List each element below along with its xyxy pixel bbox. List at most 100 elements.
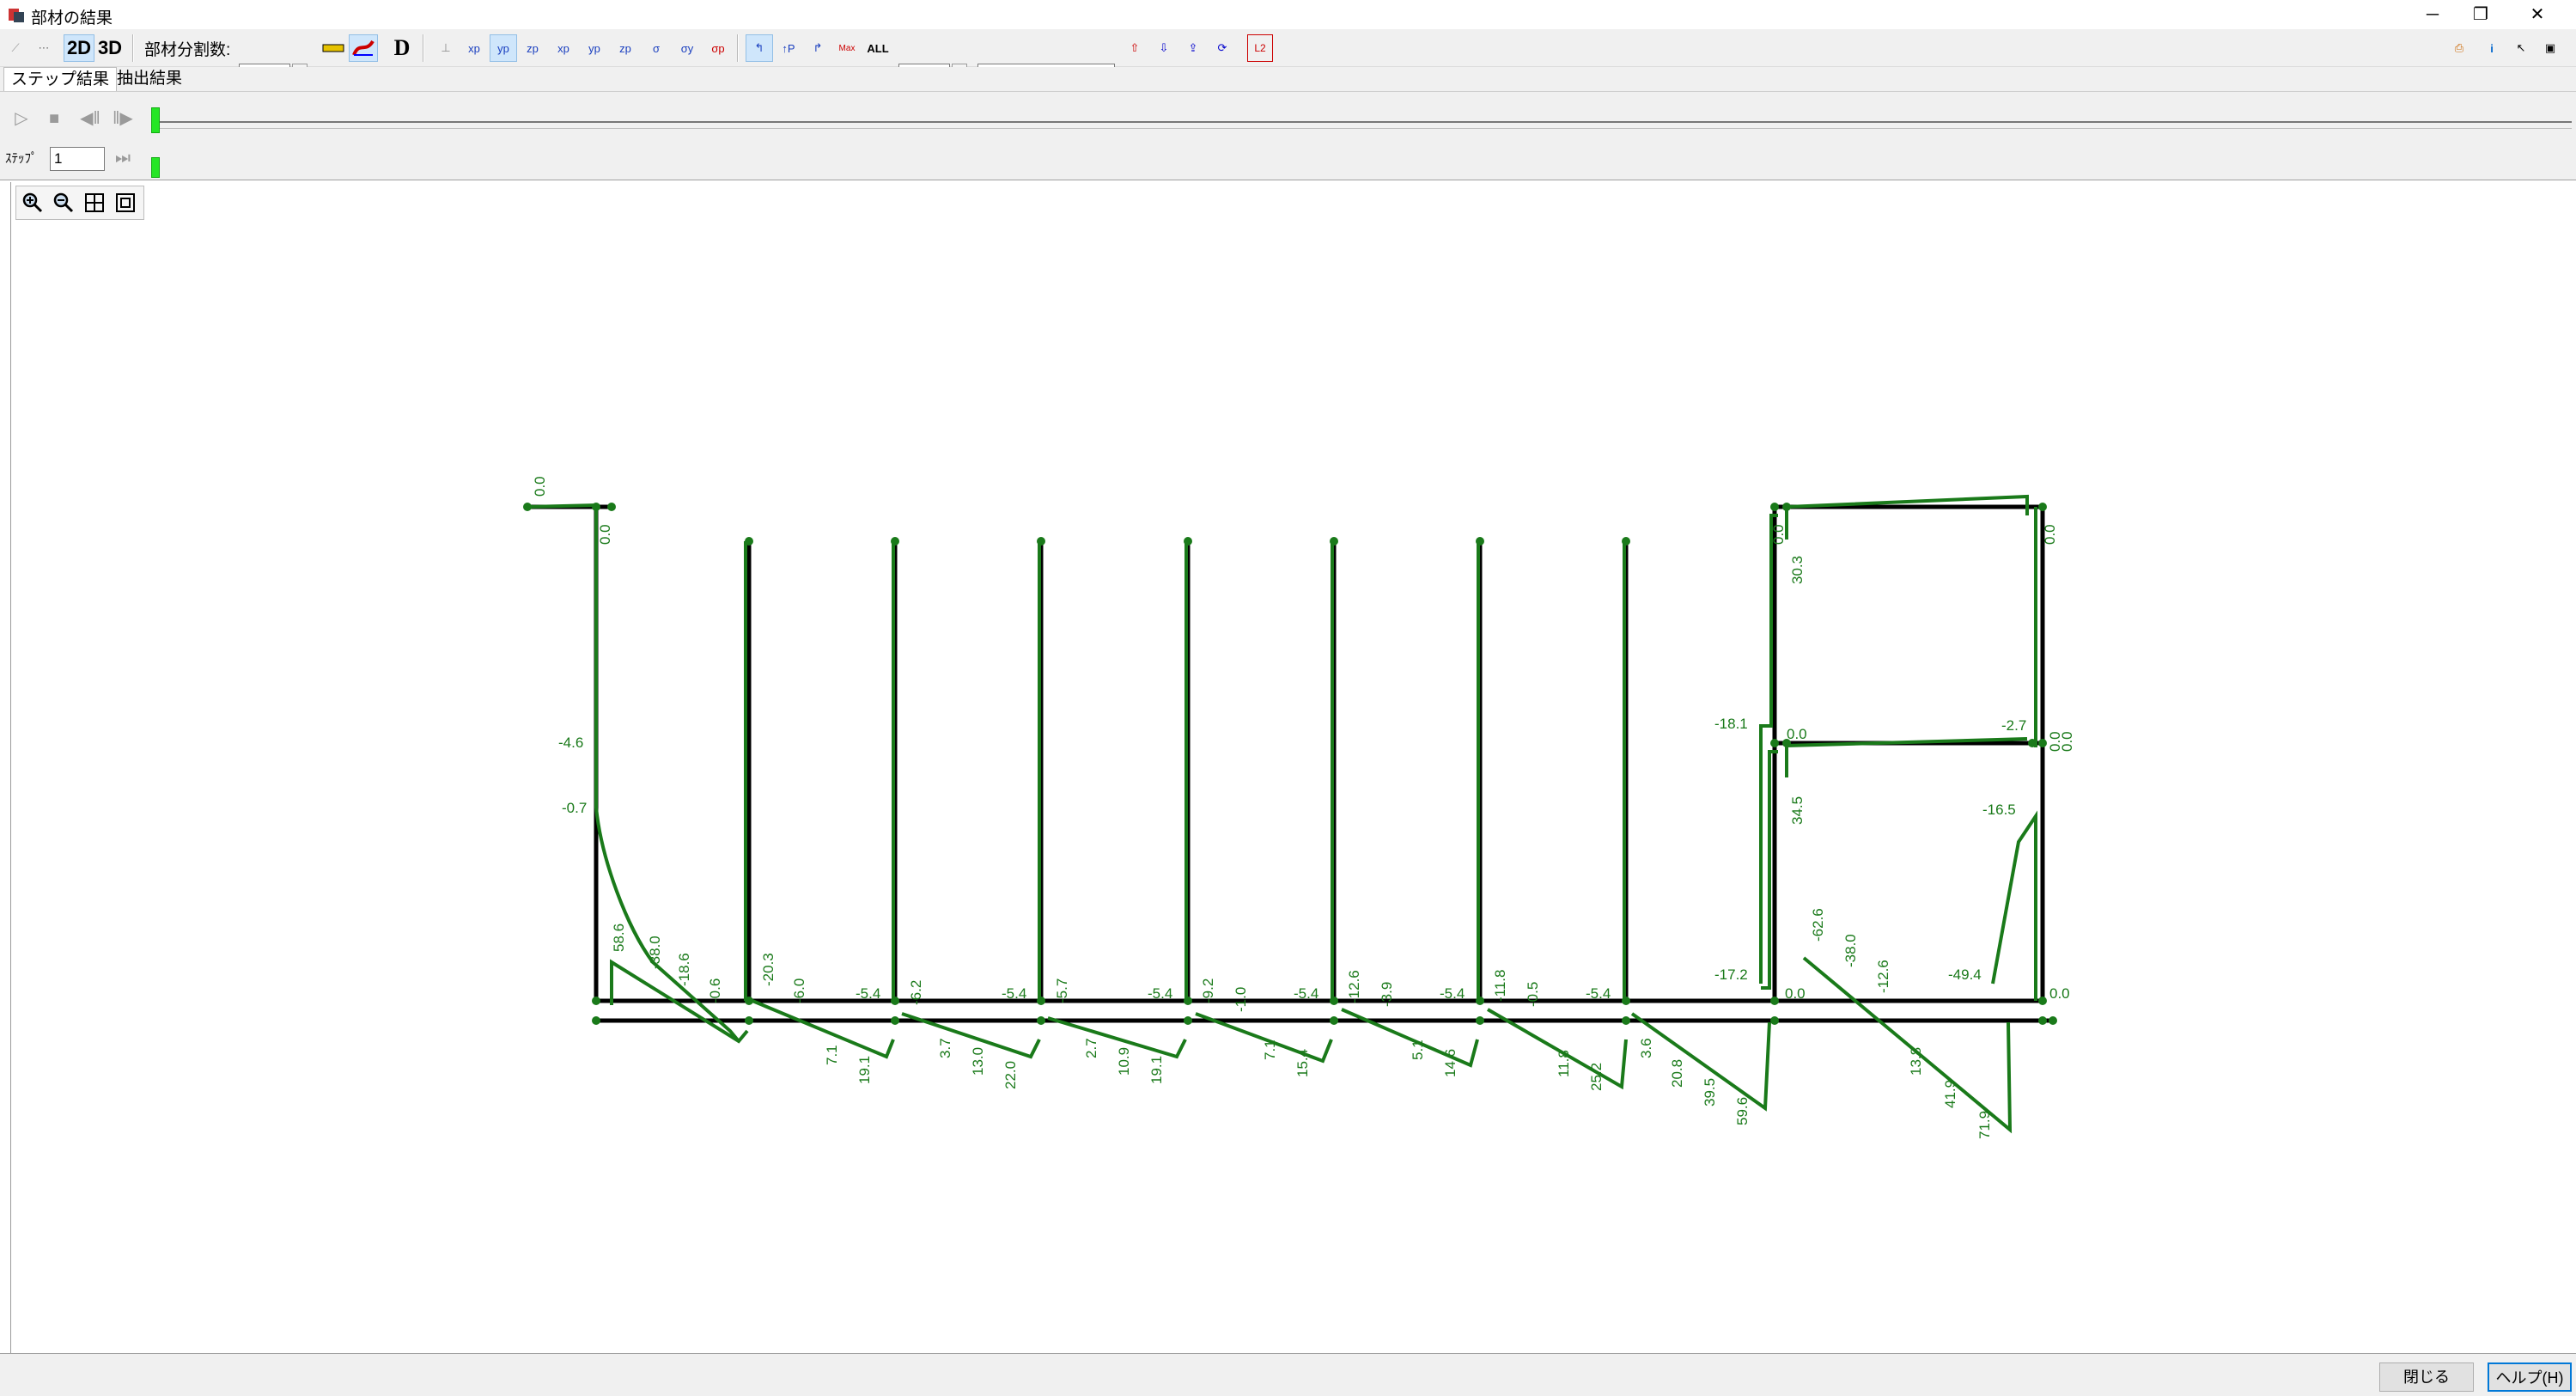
diagram-label: -12.6 [1875,960,1891,993]
diagram-label: 22.0 [1002,1061,1019,1089]
node-marker [1037,537,1045,546]
diagram-label: 10.9 [1116,1047,1132,1076]
diagram-label: -2.7 [2001,717,2026,734]
node-marker [891,997,899,1005]
diagram-label: 0.0 [1787,726,1807,742]
node-marker [745,537,753,546]
node-marker [523,503,532,511]
help-button[interactable]: ヘルプ(H) [2488,1362,2572,1392]
diagram-label: 34.5 [1789,796,1806,825]
diagram-label: 30.3 [1789,556,1806,584]
diagram-polyline [1991,810,2037,1001]
force-diagram: 0.0 0.0 0.0 -4.6 -0.7 58.6 -38.0 -18.6 -… [523,476,2075,1139]
diagram-label: 71.9 [1976,1111,1993,1139]
diagram-label: -0.5 [1525,982,1541,1007]
force-diagram-lines [527,494,2037,1134]
diagram-label: -5.4 [1148,985,1172,1002]
node-marker [1476,1016,1484,1025]
node-marker [1770,503,1779,511]
close-button[interactable]: 閉じる [2379,1362,2474,1392]
node-marker [1770,739,1779,747]
diagram-label: -5.4 [1294,985,1318,1002]
node-marker [607,503,616,511]
diagram-label: 7.1 [824,1045,840,1065]
diagram-label: 13.0 [970,1047,986,1076]
diagram-polyline [892,541,1041,1059]
node-marker [1184,997,1192,1005]
diagram-label: -5.4 [1586,985,1611,1002]
node-marker [2038,503,2047,511]
diagram-label: -0.7 [562,800,587,816]
diagram-labels: 0.0 0.0 0.0 -4.6 -0.7 58.6 -38.0 -18.6 -… [532,476,2075,1139]
diagram-label: 2.7 [1083,1038,1099,1058]
diagram-label: -1.0 [1233,987,1249,1012]
diagram-label: -5.4 [1002,985,1026,1002]
node-marker [745,1016,753,1025]
diagram-label: 25.2 [1588,1063,1605,1091]
diagram-label: -38.0 [647,936,663,969]
diagram-label: -49.4 [1948,966,1982,983]
diagram-label: -3.9 [1379,982,1395,1007]
diagram-polyline [1802,956,2013,1134]
diagram-label: -17.2 [1714,966,1748,983]
diagram-label: -18.6 [676,953,692,986]
node-marker [1622,537,1630,546]
diagram-polyline [1477,541,1628,1090]
diagram-label: 3.7 [937,1038,953,1058]
diagram-label: -0.6 [707,978,723,1003]
node-marker [891,1016,899,1025]
diagram-label: 58.6 [611,924,627,952]
diagram-label: 3.6 [1638,1038,1654,1058]
diagram-label: -5.7 [1054,978,1070,1003]
diagram-label: 11.8 [1556,1050,1572,1077]
node-marker [745,997,753,1005]
diagram-label: 7.1 [1262,1039,1278,1060]
node-marker [1184,1016,1192,1025]
diagram-label: 0.0 [1770,524,1787,545]
node-marker [1184,537,1192,546]
diagram-label: 0.0 [532,476,548,497]
diagram-polyline [527,503,740,1043]
diagram-label: -11.8 [1492,970,1508,1003]
node-marker [1330,537,1338,546]
diagram-label: -20.3 [760,953,776,986]
node-marker [1622,997,1630,1005]
diagram-label: -5.4 [856,985,880,1002]
diagram-label: 14.6 [1442,1049,1459,1077]
node-marker [1622,1016,1630,1025]
node-marker [2038,997,2047,1005]
diagram-polyline [1785,494,2029,540]
node-marker [1782,503,1791,511]
diagram-label: -16.5 [1982,802,2016,818]
node-marker [1037,997,1045,1005]
node-marker [2038,739,2047,747]
diagram-label: 59.6 [1734,1097,1751,1125]
node-marker [1476,997,1484,1005]
frame-members [527,504,2053,1023]
node-marker [2038,1016,2047,1025]
diagram-label: 41.9 [1942,1080,1958,1108]
node-marker [1330,997,1338,1005]
diagram-label: -6.2 [908,980,924,1005]
diagram-label: 0.0 [2059,731,2075,752]
diagram-label: 15.4 [1294,1049,1311,1077]
diagram-label: -5.4 [1440,985,1465,1002]
diagram-label: 19.1 [856,1056,873,1084]
node-marker [1476,537,1484,546]
diagram-label: 39.5 [1702,1078,1718,1106]
diagram-label: -12.6 [1346,970,1362,1003]
diagram-label: -62.6 [1810,908,1826,942]
node-marker [592,503,600,511]
diagram-label: -38.0 [1842,934,1859,967]
diagram-label: -4.6 [558,735,583,751]
nodes [523,503,2057,1025]
diagram-label: -18.1 [1714,716,1748,732]
node-marker [1037,1016,1045,1025]
node-marker [1770,997,1779,1005]
node-marker [1770,1016,1779,1025]
diagram-label: 0.0 [2049,985,2070,1002]
diagram-label: 0.0 [597,524,613,545]
node-marker [2049,1016,2057,1025]
node-marker [2028,739,2037,747]
diagram-label: 20.8 [1669,1059,1685,1088]
